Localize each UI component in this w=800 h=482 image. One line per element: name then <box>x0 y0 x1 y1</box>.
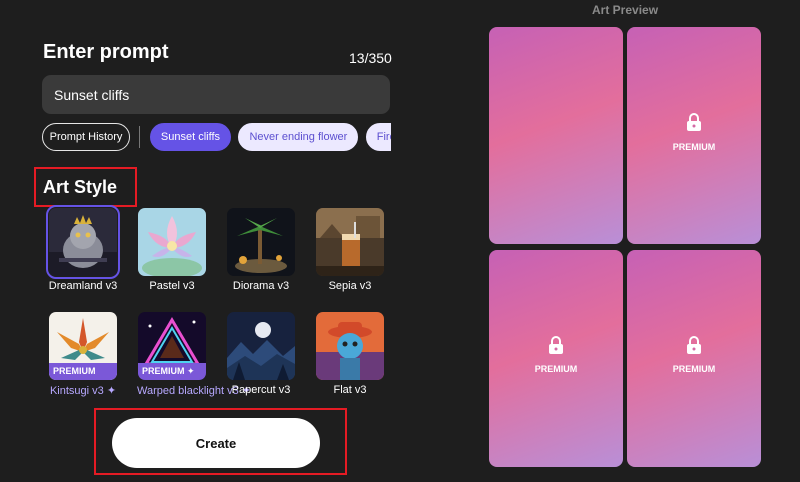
chip-divider <box>139 126 141 148</box>
kintsugi-thumbnail: PREMIUM <box>49 312 117 380</box>
pastel-thumbnail <box>138 208 206 276</box>
style-label: Flat v3 <box>333 384 367 396</box>
style-label: Papercut v3 <box>231 384 291 396</box>
create-button[interactable]: Create <box>112 418 320 468</box>
premium-label: PREMIUM <box>672 142 716 152</box>
art-preview-panel: Art Preview PREMIUM PREMIUM PREMIUM <box>470 0 800 482</box>
sepia-thumbnail <box>316 208 384 276</box>
diorama-thumbnail <box>227 208 295 276</box>
premium-badge: PREMIUM ✦ <box>138 363 206 380</box>
style-label: Sepia v3 <box>328 280 372 292</box>
chip-never-ending-flower[interactable]: Never ending flower <box>238 123 359 151</box>
preview-card-2[interactable]: PREMIUM <box>627 27 761 244</box>
style-sepia[interactable]: Sepia v3 <box>315 208 385 292</box>
premium-badge: PREMIUM <box>49 363 117 380</box>
dreamland-thumbnail <box>46 205 120 279</box>
prompt-chips: Prompt History Sunset cliffs Never endin… <box>42 123 391 152</box>
preview-card-4[interactable]: PREMIUM <box>627 250 761 467</box>
lock-icon <box>687 113 701 131</box>
lock-icon <box>549 336 563 354</box>
style-label: Pastel v3 <box>149 280 195 292</box>
style-warped-blacklight[interactable]: PREMIUM ✦ Warped blacklight v3 ✦ <box>137 312 251 397</box>
art-preview-title: Art Preview <box>592 3 659 17</box>
papercut-thumbnail <box>227 312 295 380</box>
art-style-title: Art Style <box>43 177 118 197</box>
style-dreamland[interactable]: Dreamland v3 <box>46 205 120 292</box>
flat-thumbnail <box>316 312 384 380</box>
premium-label: PREMIUM <box>534 364 578 374</box>
lock-icon <box>687 336 701 354</box>
prompt-title: Enter prompt <box>43 41 169 63</box>
premium-label: PREMIUM <box>672 364 716 374</box>
preview-card-3[interactable]: PREMIUM <box>489 250 623 467</box>
style-label: Kintsugi v3 ✦ <box>49 385 117 397</box>
chip-fire-and-water[interactable]: Fire and w <box>365 123 391 151</box>
style-label: Warped blacklight v3 ✦ <box>137 385 251 397</box>
character-counter: 13/350 <box>349 50 392 66</box>
style-label: Diorama v3 <box>232 280 290 292</box>
style-flat[interactable]: Flat v3 <box>315 312 385 396</box>
prompt-input[interactable] <box>42 75 390 114</box>
preview-card-1[interactable] <box>489 27 623 244</box>
style-diorama[interactable]: Diorama v3 <box>226 208 296 292</box>
style-papercut[interactable]: Papercut v3 <box>226 312 296 396</box>
prompt-history-button[interactable]: Prompt History <box>42 123 130 151</box>
chip-sunset-cliffs[interactable]: Sunset cliffs <box>149 123 232 151</box>
style-label: Dreamland v3 <box>48 280 118 292</box>
style-kintsugi[interactable]: PREMIUM Kintsugi v3 ✦ <box>48 312 118 397</box>
warped-blacklight-thumbnail: PREMIUM ✦ <box>138 312 206 380</box>
prompt-panel: Enter prompt 13/350 Prompt History Sunse… <box>0 0 470 482</box>
style-pastel[interactable]: Pastel v3 <box>137 208 207 292</box>
